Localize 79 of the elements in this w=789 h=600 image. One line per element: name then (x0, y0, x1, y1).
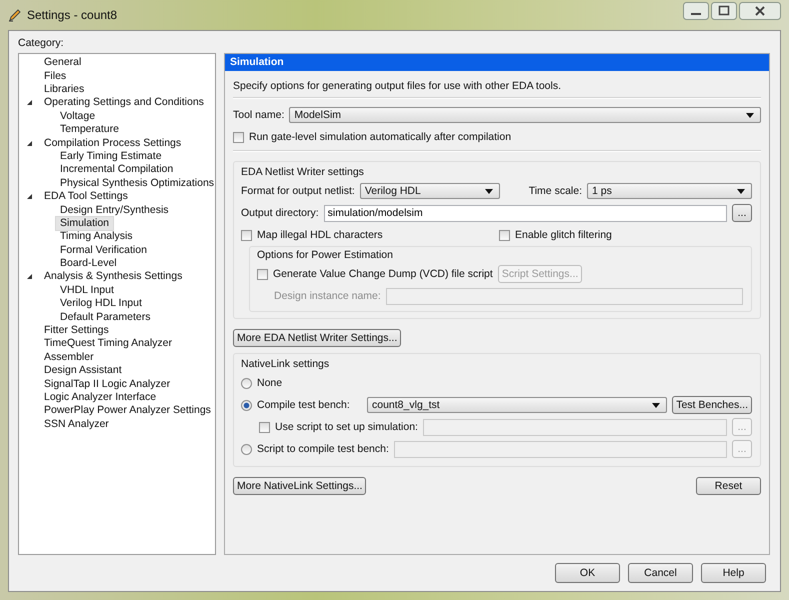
test-bench-dropdown[interactable]: count8_vlg_tst (367, 397, 668, 413)
tree-item[interactable]: PowerPlay Power Analyzer Settings (39, 403, 216, 418)
tree-item[interactable]: Simulation (55, 216, 114, 231)
checkbox-label: Map illegal HDL characters (257, 229, 383, 241)
more-netlist-settings-button[interactable]: More EDA Netlist Writer Settings... (233, 329, 402, 347)
maximize-icon[interactable] (711, 2, 737, 20)
tree-item[interactable]: Incremental Compilation (55, 162, 178, 178)
checkbox[interactable] (233, 132, 244, 142)
dialog-button[interactable]: Help (701, 563, 766, 583)
field-label: Design instance name: (274, 290, 381, 302)
tree-item[interactable]: Logic Analyzer Interface (39, 390, 162, 405)
radio-label: Script to compile test bench: (257, 443, 389, 455)
tree-item[interactable]: Design Entry/Synthesis (55, 202, 174, 218)
field-label: Tool name: (233, 109, 284, 121)
dropdown-arrow-icon (746, 112, 754, 118)
checkbox-label: Use script to set up simulation: (275, 421, 418, 433)
radio-label: None (257, 377, 282, 389)
dropdown-arrow-icon (652, 402, 660, 408)
tree-item[interactable]: Default Parameters (55, 310, 156, 325)
group-title: EDA Netlist Writer settings (241, 165, 365, 180)
tree-item[interactable]: Analysis & Synthesis Settings (39, 269, 188, 284)
checkbox-label: Enable glitch filtering (515, 229, 612, 241)
tree-item[interactable]: General (39, 55, 86, 70)
tree-item[interactable]: Verilog HDL Input (55, 296, 147, 312)
tree-item[interactable]: Timing Analysis (55, 229, 138, 244)
tree-item[interactable]: Operating Settings and Conditions (39, 95, 209, 110)
output-directory-field[interactable]: simulation/modelsim (324, 204, 727, 222)
tree-item[interactable]: Temperature (55, 122, 124, 138)
tree-item[interactable]: Formal Verification (55, 242, 152, 258)
browse-button[interactable]: ... (732, 204, 752, 222)
reset-button[interactable]: Reset (696, 477, 761, 495)
tree-item[interactable]: Compilation Process Settings (39, 136, 186, 151)
tree-item[interactable]: Libraries (39, 82, 90, 97)
checkbox[interactable] (499, 230, 510, 240)
dropdown-arrow-icon (484, 188, 493, 194)
tree-item[interactable]: Board-Level (55, 256, 122, 272)
collapse-arrow-icon[interactable] (26, 99, 33, 106)
tree-item[interactable]: Physical Synthesis Optimizations (55, 176, 220, 191)
tree-item[interactable]: SignalTap II Logic Analyzer (39, 376, 176, 392)
panel-header: Simulation (225, 54, 769, 71)
minimize-icon[interactable] (683, 2, 709, 20)
more-nativelink-settings-button[interactable]: More NativeLink Settings... (233, 477, 366, 495)
close-icon[interactable] (739, 2, 781, 20)
tree-item[interactable]: EDA Tool Settings (39, 189, 133, 204)
dialog-button[interactable]: Cancel (628, 563, 693, 583)
collapse-arrow-icon[interactable] (26, 193, 33, 200)
tree-item[interactable]: Early Timing Estimate (55, 148, 167, 164)
tree-item[interactable]: Files (39, 68, 72, 84)
collapse-arrow-icon[interactable] (26, 140, 33, 147)
tree-item[interactable]: SSN Analyzer (39, 416, 114, 432)
collapse-arrow-icon[interactable] (26, 273, 33, 280)
checkbox-label: Generate Value Change Dump (VCD) file script (273, 268, 493, 280)
dialog-button[interactable]: OK (555, 563, 620, 583)
pencil-icon (8, 8, 22, 22)
time-scale-dropdown[interactable]: 1 ps (587, 183, 752, 199)
group-title: NativeLink settings (241, 357, 330, 372)
window-title: Settings - count8 (27, 8, 118, 22)
format-dropdown[interactable]: Verilog HDL (360, 183, 500, 199)
tree-item[interactable]: Fitter Settings (39, 323, 114, 338)
tree-item[interactable]: Voltage (55, 108, 100, 124)
checkbox-label: Run gate-level simulation automatically after compilation (249, 131, 512, 143)
tree-item[interactable]: VHDL Input (55, 282, 119, 298)
test-benches-button[interactable]: Test Benches... (672, 396, 752, 414)
description-text: Specify options for generating output files for use with other EDA tools. (233, 79, 562, 94)
checkbox[interactable] (241, 230, 252, 240)
field-label: Format for output netlist: (241, 185, 355, 197)
radio-label: Compile test bench: (257, 399, 351, 411)
field-label: Output directory: (241, 207, 319, 219)
category-label: Category: (18, 37, 65, 51)
dropdown-arrow-icon (737, 188, 745, 194)
radio-button[interactable] (241, 400, 252, 410)
radio-button[interactable] (241, 378, 252, 388)
tool-name-dropdown[interactable]: ModelSim (289, 107, 761, 123)
tree-item[interactable]: Assembler (39, 350, 99, 365)
field-label: Time scale: (528, 185, 582, 197)
tree-item[interactable]: Design Assistant (39, 363, 127, 378)
checkbox[interactable] (257, 268, 268, 280)
group-title: Options for Power Estimation (257, 248, 394, 263)
tree-item[interactable]: TimeQuest Timing Analyzer (39, 336, 177, 352)
